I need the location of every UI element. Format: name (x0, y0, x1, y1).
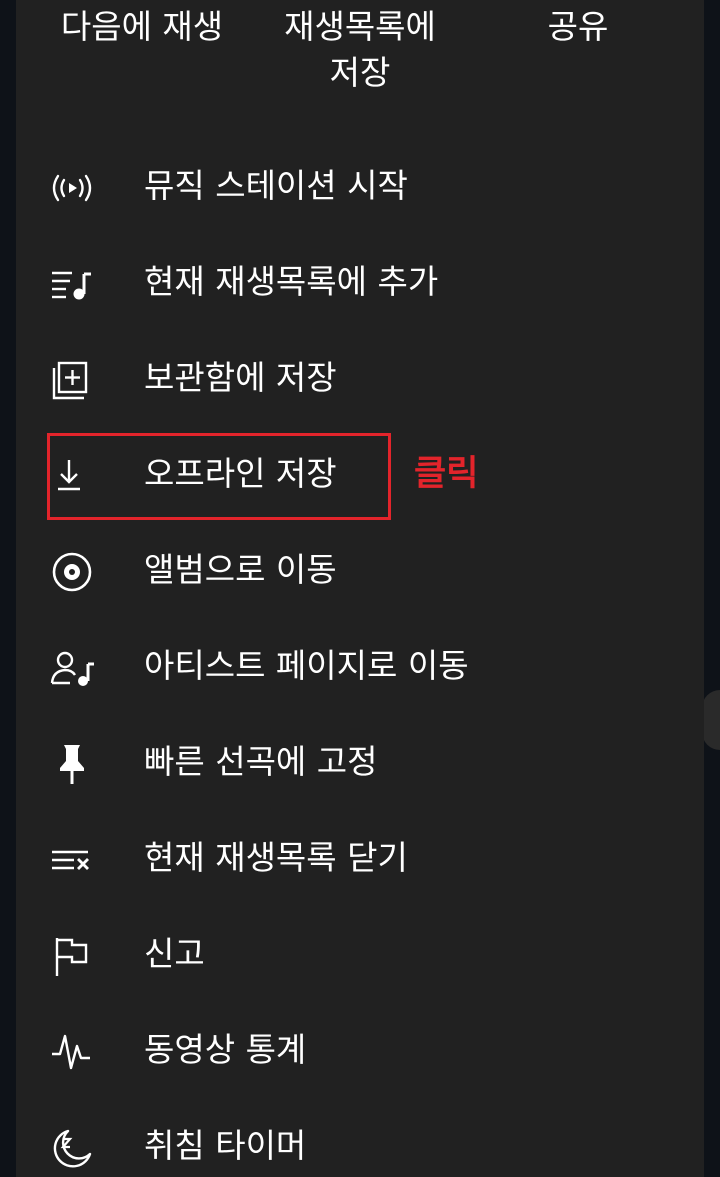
download-icon (48, 456, 96, 496)
menu-item-label: 빠른 선곡에 고정 (144, 742, 378, 781)
share-label: 공유 (547, 7, 609, 46)
save-to-playlist-label-line2: 저장 (329, 53, 391, 92)
bottom-sheet-menu: 다음에 재생 재생목록에 저장 공유 뮤직 스테이션 시작 현재 재생목록에 추… (16, 0, 704, 1177)
library-add-icon (48, 360, 96, 400)
menu-item-start-radio[interactable]: 뮤직 스테이션 시작 (16, 140, 704, 236)
menu-item-report[interactable]: 신고 (16, 908, 704, 1004)
play-next-label: 다음에 재생 (60, 7, 224, 46)
menu-item-label: 앨범으로 이동 (144, 550, 337, 589)
menu-item-label: 아티스트 페이지로 이동 (144, 646, 469, 685)
stats-icon (48, 1032, 96, 1072)
menu-item-label: 뮤직 스테이션 시작 (144, 166, 408, 205)
menu-item-pin-quick-picks[interactable]: 빠른 선곡에 고정 (16, 716, 704, 812)
menu-item-label: 동영상 통계 (144, 1030, 307, 1069)
artist-icon (48, 648, 96, 688)
menu-item-save-to-library[interactable]: 보관함에 저장 (16, 332, 704, 428)
menu-item-sleep-timer[interactable]: 취침 타이머 (16, 1100, 704, 1177)
menu-item-video-stats[interactable]: 동영상 통계 (16, 1004, 704, 1100)
menu-item-label: 신고 (144, 934, 205, 973)
radio-icon (48, 168, 96, 208)
menu-item-go-to-artist[interactable]: 아티스트 페이지로 이동 (16, 620, 704, 716)
menu-item-go-to-album[interactable]: 앨범으로 이동 (16, 524, 704, 620)
queue-music-icon (48, 264, 96, 304)
flag-icon (48, 936, 96, 976)
menu-item-label: 현재 재생목록 닫기 (144, 838, 408, 877)
screen: 다음에 재생 재생목록에 저장 공유 뮤직 스테이션 시작 현재 재생목록에 추… (0, 0, 720, 1177)
sleep-timer-icon (48, 1128, 96, 1168)
top-action-row: 다음에 재생 재생목록에 저장 공유 (16, 0, 704, 110)
menu-item-label: 현재 재생목록에 추가 (144, 262, 439, 301)
save-to-playlist-button[interactable]: 재생목록에 저장 (270, 4, 450, 96)
menu-item-label: 보관함에 저장 (144, 358, 337, 397)
click-annotation: 클릭 (414, 454, 479, 494)
album-icon (48, 552, 96, 592)
menu-item-label: 취침 타이머 (144, 1126, 307, 1165)
edge-handle (702, 690, 720, 750)
pin-icon (48, 744, 96, 784)
menu-item-offline-save[interactable]: 오프라인 저장 (16, 428, 704, 524)
play-next-button[interactable]: 다음에 재생 (52, 4, 232, 50)
save-to-playlist-label-line1: 재생목록에 (284, 7, 436, 46)
menu-item-close-queue[interactable]: 현재 재생목록 닫기 (16, 812, 704, 908)
share-button[interactable]: 공유 (528, 4, 628, 50)
close-queue-icon (48, 840, 96, 880)
menu-item-add-to-queue[interactable]: 현재 재생목록에 추가 (16, 236, 704, 332)
menu-item-label: 오프라인 저장 (144, 454, 337, 493)
